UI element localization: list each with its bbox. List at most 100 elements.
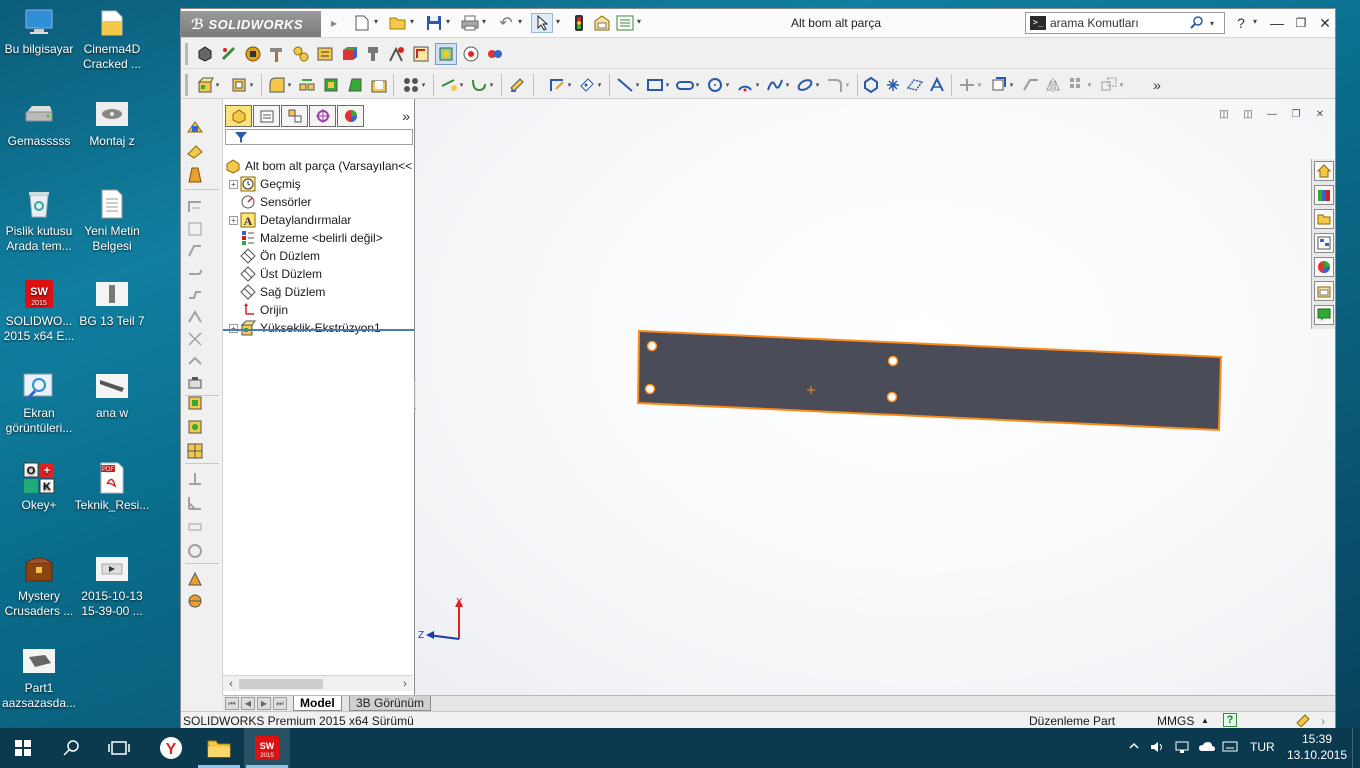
last-tab-icon[interactable]: ⏭ bbox=[273, 697, 287, 710]
desktop-icon-part1[interactable]: Part1 aazsazasda... bbox=[0, 645, 78, 725]
scroll-right-icon[interactable]: › bbox=[398, 677, 412, 691]
tree-item-origin[interactable]: Orijin bbox=[229, 301, 288, 319]
ellipse-dropdown-icon[interactable]: ▾ bbox=[814, 75, 821, 95]
surface-icon[interactable] bbox=[185, 165, 205, 185]
rebuild-hammer-icon[interactable] bbox=[267, 44, 287, 64]
sheet-metal-icon[interactable] bbox=[185, 141, 205, 161]
parting-line-icon[interactable] bbox=[185, 591, 205, 611]
ellipse-icon[interactable] bbox=[795, 75, 815, 95]
line-dropdown-icon[interactable]: ▾ bbox=[634, 75, 641, 95]
reference-geometry-icon[interactable] bbox=[291, 44, 311, 64]
new-document-icon[interactable] bbox=[351, 13, 373, 33]
circle-dropdown-icon[interactable]: ▾ bbox=[724, 75, 731, 95]
point-icon[interactable] bbox=[883, 75, 903, 95]
reference-plane-icon[interactable] bbox=[439, 75, 459, 95]
save-dropdown-icon[interactable]: ▾ bbox=[446, 17, 454, 29]
features-tab-icon[interactable] bbox=[185, 117, 205, 137]
unfold-icon[interactable] bbox=[185, 351, 205, 371]
keyboard-icon[interactable] bbox=[1222, 740, 1238, 755]
tree-item-right-plane[interactable]: Sağ Düzlem bbox=[229, 283, 325, 301]
tree-item-extrude1[interactable]: + Yükseklik-Ekstrüzyon1 bbox=[229, 319, 381, 337]
cut-dropdown-icon[interactable]: ▾ bbox=[248, 75, 255, 95]
tab-featuremanager[interactable] bbox=[225, 105, 252, 127]
arc-icon[interactable] bbox=[735, 75, 755, 95]
show-desktop-button[interactable] bbox=[1352, 728, 1360, 768]
line-icon[interactable] bbox=[615, 75, 635, 95]
slot-dropdown-icon[interactable]: ▾ bbox=[694, 75, 701, 95]
new-dropdown-icon[interactable]: ▾ bbox=[374, 17, 382, 29]
notification-cloud-icon[interactable] bbox=[1198, 740, 1216, 757]
rollback-bar[interactable] bbox=[223, 329, 414, 331]
trim-dropdown-icon[interactable]: ▾ bbox=[976, 75, 983, 95]
tree-item-top-plane[interactable]: Üst Düzlem bbox=[229, 265, 322, 283]
print-icon[interactable] bbox=[459, 13, 481, 33]
tab-propertymanager[interactable] bbox=[253, 105, 280, 127]
first-tab-icon[interactable]: ⏮ bbox=[225, 697, 239, 710]
tree-item-material[interactable]: Malzeme <belirli değil> bbox=[229, 229, 383, 247]
restore-button[interactable]: ❐ bbox=[1289, 13, 1313, 33]
sheet-metal-base-icon[interactable] bbox=[185, 197, 205, 217]
dimension-dropdown-icon[interactable]: ▾ bbox=[596, 75, 603, 95]
rib-icon[interactable] bbox=[321, 75, 341, 95]
select-arrow-icon[interactable] bbox=[531, 13, 553, 33]
file-explorer-button[interactable] bbox=[196, 728, 242, 768]
undo-icon[interactable]: ↶ bbox=[495, 13, 517, 33]
boss-dropdown-icon[interactable]: ▾ bbox=[214, 75, 221, 95]
prev-tab-icon[interactable]: ◀ bbox=[241, 697, 255, 710]
weldments-icon[interactable] bbox=[387, 44, 407, 64]
next-tab-icon[interactable]: ▶ bbox=[257, 697, 271, 710]
units-arrow-icon[interactable]: ▲ bbox=[1201, 716, 1209, 725]
tools-sphere-icon[interactable] bbox=[243, 44, 263, 64]
fillet-icon[interactable] bbox=[267, 75, 287, 95]
solidworks-logo[interactable]: ℬ SOLIDWORKS bbox=[181, 11, 321, 37]
polygon-icon[interactable] bbox=[861, 75, 881, 95]
print-dropdown-icon[interactable]: ▾ bbox=[482, 17, 490, 29]
expand-icon[interactable]: + bbox=[229, 215, 238, 225]
sketch-fillet-icon[interactable] bbox=[825, 75, 845, 95]
tree-item-sensors[interactable]: Sensörler bbox=[229, 193, 311, 211]
solidworks-taskbar-button[interactable]: SW 2015 bbox=[244, 728, 290, 768]
start-button[interactable] bbox=[0, 728, 46, 768]
custom-properties-icon[interactable] bbox=[1314, 281, 1334, 301]
fillet-dropdown-icon[interactable]: ▾ bbox=[286, 75, 293, 95]
desktop-icon-bg13[interactable]: BG 13 Teil 7 bbox=[73, 278, 151, 358]
mold-tools-icon[interactable] bbox=[363, 44, 383, 64]
options-icon[interactable] bbox=[614, 13, 636, 33]
view-palette-icon[interactable] bbox=[1314, 233, 1334, 253]
view-orientation-icon[interactable] bbox=[435, 43, 457, 65]
hole[interactable] bbox=[886, 391, 898, 403]
hem-icon[interactable] bbox=[185, 263, 205, 283]
toolbar-overflow-icon[interactable]: » bbox=[1147, 75, 1167, 95]
file-explorer-icon[interactable] bbox=[1314, 209, 1334, 229]
rectangle-dropdown-icon[interactable]: ▾ bbox=[664, 75, 671, 95]
convert-entities-icon[interactable] bbox=[989, 75, 1009, 95]
hole[interactable] bbox=[887, 355, 899, 367]
display-style-icon[interactable] bbox=[195, 44, 215, 64]
curves-dropdown-icon[interactable]: ▾ bbox=[488, 75, 495, 95]
desktop-icon-gemasssss[interactable]: Gemasssss bbox=[0, 98, 78, 178]
select-dropdown-icon[interactable]: ▾ bbox=[556, 17, 564, 29]
language-indicator[interactable]: TUR bbox=[1250, 740, 1275, 754]
yandex-browser-button[interactable]: Y bbox=[148, 728, 194, 768]
help-dropdown-icon[interactable]: ▾ bbox=[1253, 17, 1261, 29]
structural-member-icon[interactable] bbox=[185, 417, 205, 437]
trim-extend-icon[interactable] bbox=[185, 441, 205, 461]
solidworks-forum-icon[interactable] bbox=[1314, 305, 1334, 325]
rebuild-traffic-light-icon[interactable] bbox=[568, 13, 590, 33]
desktop-icon-teknik-resim[interactable]: PDF Teknik_Resi... bbox=[73, 462, 151, 542]
tree-root-part[interactable]: Alt bom alt parça (Varsayılan<< bbox=[225, 157, 412, 175]
sketch-relations-icon[interactable] bbox=[315, 44, 335, 64]
sketch-pattern-icon[interactable] bbox=[1067, 75, 1087, 95]
open-folder-icon[interactable] bbox=[387, 13, 409, 33]
search-commands-box[interactable]: >_ ▾ bbox=[1025, 12, 1225, 34]
render-tools-icon[interactable] bbox=[461, 44, 481, 64]
miter-flange-icon[interactable] bbox=[185, 241, 205, 261]
jog-icon[interactable] bbox=[185, 285, 205, 305]
desktop-icon-recycle-bin[interactable]: Pislik kutusu Arada tem... bbox=[0, 188, 78, 268]
hole[interactable] bbox=[644, 383, 656, 395]
graphics-area[interactable]: ◫ ◫ — ❐ ✕ X Z bbox=[416, 99, 1335, 695]
volume-icon[interactable] bbox=[1150, 740, 1166, 757]
move-entities-icon[interactable] bbox=[1099, 75, 1119, 95]
evaluate-icon[interactable] bbox=[219, 44, 239, 64]
tab-configurationmanager[interactable] bbox=[281, 105, 308, 127]
